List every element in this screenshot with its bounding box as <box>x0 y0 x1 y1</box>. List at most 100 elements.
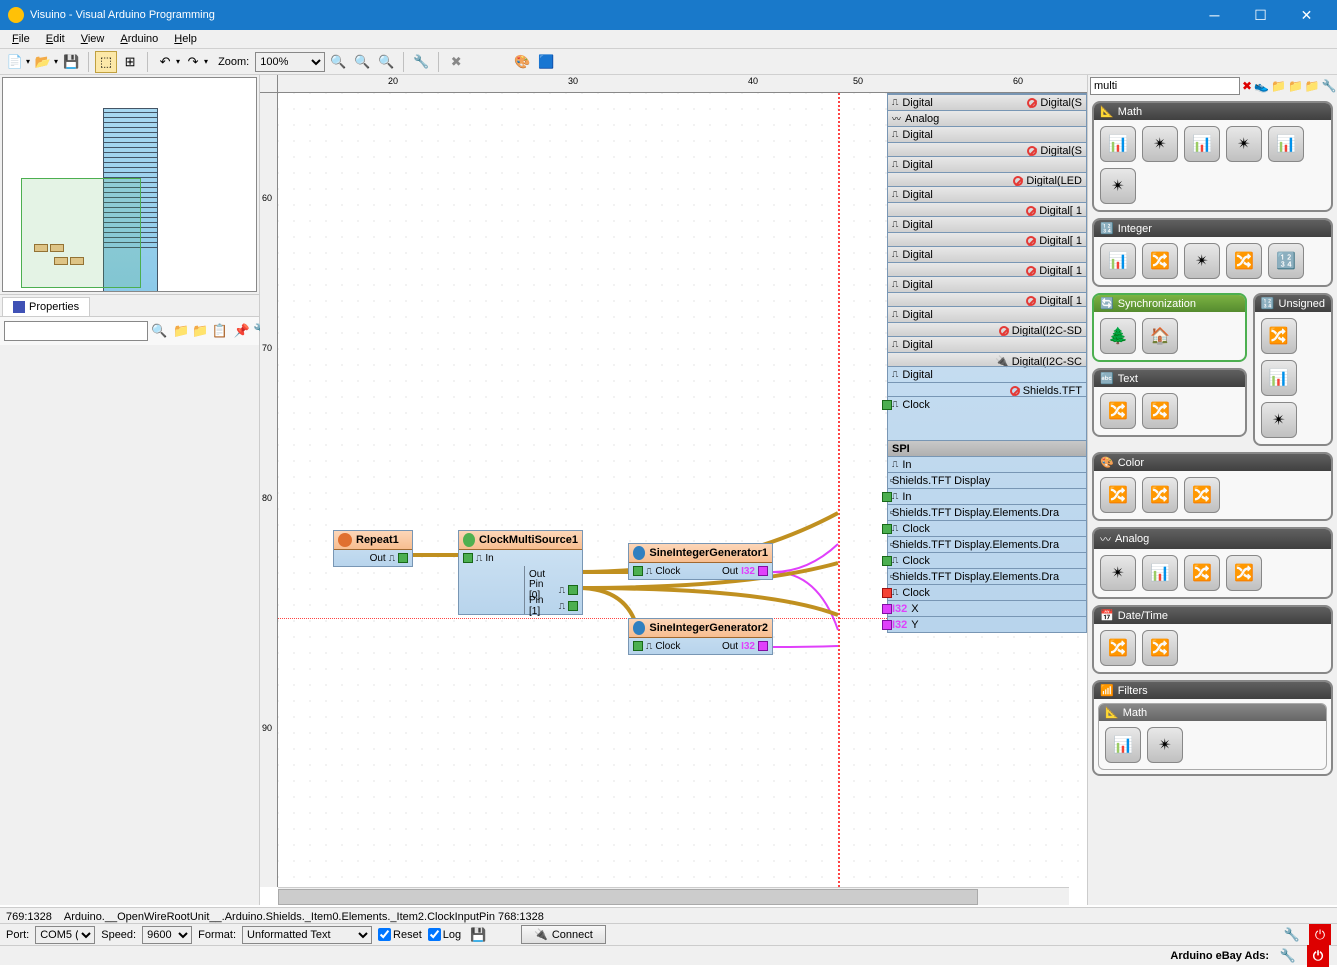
cat-icon-2[interactable]: 📁 <box>1288 77 1303 95</box>
component-search-input[interactable] <box>1090 77 1240 95</box>
board-row[interactable] <box>888 426 1086 440</box>
connect-button[interactable]: 🔌Connect <box>521 925 606 944</box>
close-button[interactable]: ✕ <box>1284 0 1329 30</box>
board-row[interactable]: Digital[ 1 <box>888 202 1086 216</box>
board-row[interactable]: ⎍Digital <box>888 306 1086 322</box>
board-row[interactable]: ⎍In <box>888 456 1086 472</box>
pal-item[interactable]: ✴ <box>1100 555 1136 591</box>
menu-view[interactable]: View <box>73 31 113 47</box>
board-row[interactable]: ⎍In <box>888 488 1086 504</box>
filter-icon[interactable]: 👟 <box>1254 77 1269 95</box>
board-row[interactable]: ⎍Digital <box>888 336 1086 352</box>
pal-item[interactable]: 📊 <box>1105 727 1141 763</box>
prop-btn-3[interactable]: 📋 <box>212 322 228 340</box>
board-row[interactable]: Digital[ 1 <box>888 292 1086 306</box>
pin-out[interactable] <box>758 641 768 651</box>
component-button[interactable]: 🔧 <box>410 51 432 73</box>
port-select[interactable]: COM5 (U <box>35 926 95 944</box>
canvas[interactable]: Repeat1 Out⎍ ClockMultiSource1 ⎍In Out P… <box>278 93 1087 887</box>
pal-item[interactable]: 🔀 <box>1142 630 1178 666</box>
board-row[interactable]: ⎍Digital <box>888 366 1086 382</box>
pal-item[interactable]: 🔢 <box>1268 243 1304 279</box>
cat-icon-3[interactable]: 📁 <box>1305 77 1320 95</box>
pin-in[interactable] <box>463 553 473 563</box>
tools-icon[interactable]: 🔧 <box>1322 77 1337 95</box>
zoom-fit-button[interactable]: 🔍 <box>375 51 397 73</box>
maximize-button[interactable]: ☐ <box>1238 0 1283 30</box>
board-row[interactable]: ⎍Digital <box>888 186 1086 202</box>
pal-item[interactable]: ✴ <box>1147 727 1183 763</box>
board-row[interactable]: Digital[ 1 <box>888 262 1086 276</box>
new-button[interactable]: 📄 <box>4 51 26 73</box>
pin-icon[interactable]: 📌 <box>234 322 250 340</box>
open-button[interactable]: 📂 <box>32 51 54 73</box>
pal-item[interactable]: 🔀 <box>1100 630 1136 666</box>
pin-0[interactable] <box>568 585 578 595</box>
scrollbar-horizontal[interactable] <box>278 887 1069 905</box>
board-row[interactable]: ⎍Clock <box>888 520 1086 536</box>
zoom-select[interactable]: 100% <box>255 52 325 72</box>
board-row[interactable]: ▫Shields.TFT Display.Elements.Dra <box>888 568 1086 584</box>
pal-item[interactable]: ✴ <box>1261 402 1297 438</box>
pal-item[interactable]: 🔀 <box>1100 477 1136 513</box>
tab-properties[interactable]: Properties <box>2 297 90 316</box>
node-clockmultisource1[interactable]: ClockMultiSource1 ⎍In Out Pin [0]⎍ Pin [… <box>458 530 583 615</box>
prop-btn-2[interactable]: 📁 <box>192 322 208 340</box>
node-repeat1[interactable]: Repeat1 Out⎍ <box>333 530 413 567</box>
pal-item[interactable]: 📊 <box>1100 243 1136 279</box>
zoom-out-button[interactable]: 🔍 <box>351 51 373 73</box>
menu-help[interactable]: Help <box>166 31 205 47</box>
grid-button[interactable]: ⊞ <box>119 51 141 73</box>
board-row[interactable]: ⎍Clock <box>888 584 1086 600</box>
pal-item[interactable]: ✴ <box>1142 126 1178 162</box>
pal-item[interactable]: 🔀 <box>1142 477 1178 513</box>
pal-item[interactable]: 🔀 <box>1184 477 1220 513</box>
overview-panel[interactable] <box>2 77 257 292</box>
pin-out[interactable] <box>398 553 408 563</box>
node-arduino-board[interactable]: ⎍DigitalDigital(S〰Analog⎍DigitalDigital(… <box>887 93 1087 633</box>
log-checkbox[interactable]: Log <box>428 928 461 941</box>
board-row[interactable]: ▫Shields.TFT Display.Elements.Dra <box>888 536 1086 552</box>
delete-button[interactable]: ✖ <box>445 51 467 73</box>
board-row[interactable] <box>888 412 1086 426</box>
pal-item[interactable]: 🌲 <box>1100 318 1136 354</box>
pin-1[interactable] <box>568 601 578 611</box>
ad-config-button[interactable]: 🔧 <box>1277 945 1299 967</box>
board-row[interactable]: ⎍Clock <box>888 552 1086 568</box>
ad-power-button[interactable]: ⏻ <box>1307 945 1329 967</box>
pin-out[interactable] <box>758 566 768 576</box>
speed-select[interactable]: 9600 <box>142 926 192 944</box>
board-row[interactable]: I32Y <box>888 616 1086 632</box>
pal-item[interactable]: 📊 <box>1184 126 1220 162</box>
pal-item[interactable]: 🔀 <box>1184 555 1220 591</box>
pal-item[interactable]: 🔀 <box>1226 243 1262 279</box>
node-sineintegergenerator2[interactable]: SineIntegerGenerator2 ⎍ClockOutI32 <box>628 618 773 655</box>
board-row[interactable]: ⎍Digital <box>888 126 1086 142</box>
board-row[interactable]: ▫Shields.TFT Display <box>888 472 1086 488</box>
board-row[interactable]: I32X <box>888 600 1086 616</box>
zoom-in-button[interactable]: 🔍 <box>327 51 349 73</box>
board-row[interactable]: ⎍Digital <box>888 276 1086 292</box>
power-button[interactable]: ⏻ <box>1309 924 1331 946</box>
log-save-button[interactable]: 💾 <box>467 924 489 946</box>
pal-item[interactable]: 📊 <box>1142 555 1178 591</box>
board-row[interactable]: Digital(I2C-SD <box>888 322 1086 336</box>
clear-search-icon[interactable]: ✖ <box>1242 77 1252 95</box>
board-row[interactable]: Digital[ 1 <box>888 232 1086 246</box>
board-row[interactable]: Shields.TFT <box>888 382 1086 396</box>
pal-item[interactable]: 🏠 <box>1142 318 1178 354</box>
pal-item[interactable]: ✴ <box>1100 168 1136 204</box>
board-row[interactable]: ⎍Digital <box>888 246 1086 262</box>
pin-clock[interactable] <box>633 566 643 576</box>
board-row[interactable]: ▫Shields.TFT Display.Elements.Dra <box>888 504 1086 520</box>
undo-button[interactable]: ↶ <box>154 51 176 73</box>
pal-item[interactable]: 🔀 <box>1226 555 1262 591</box>
pal-item[interactable]: 🔀 <box>1142 243 1178 279</box>
arduino-button[interactable]: 🟦 <box>535 51 557 73</box>
board-row[interactable]: ⎍Digital <box>888 156 1086 172</box>
redo-button[interactable]: ↷ <box>182 51 204 73</box>
menu-arduino[interactable]: Arduino <box>112 31 166 47</box>
menu-file[interactable]: File <box>4 31 38 47</box>
minimize-button[interactable]: ─ <box>1192 0 1237 30</box>
board-row[interactable]: ⎍Clock <box>888 396 1086 412</box>
